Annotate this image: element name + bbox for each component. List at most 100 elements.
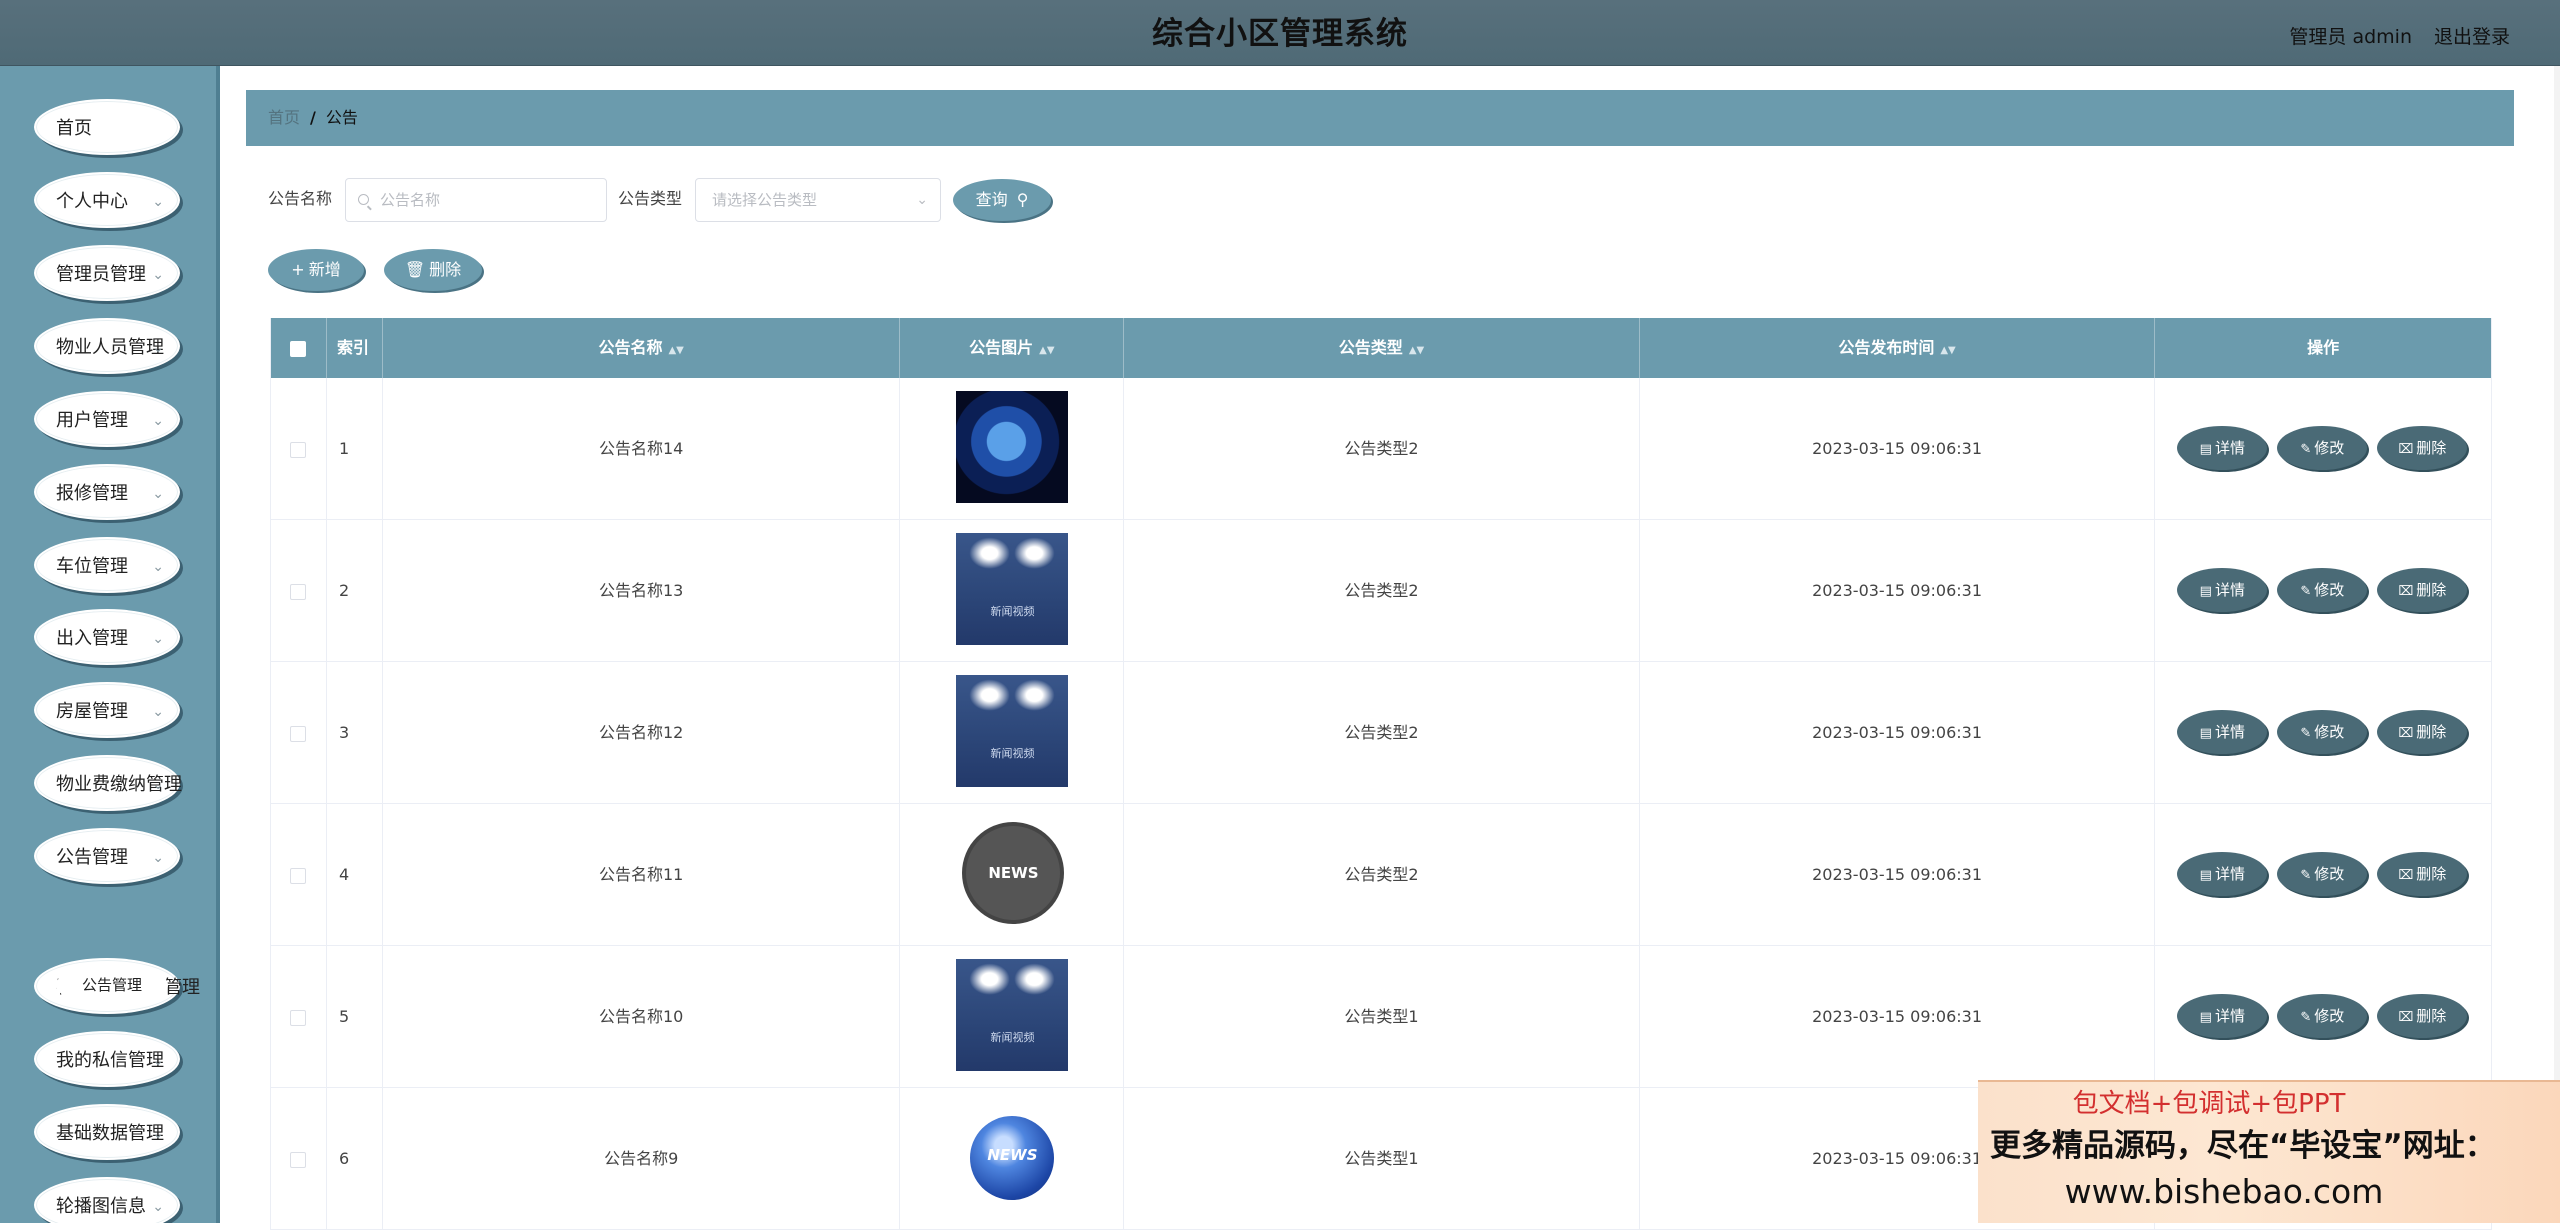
sidebar-item-label: 管理员管理 [56,264,146,285]
row-actions: ▤详情✎修改⌧删除 [2155,520,2491,662]
edit-button[interactable]: ✎修改 [2277,710,2368,754]
sidebar-subitem-notice-manage[interactable]: 公告管理 [56,964,168,1006]
sidebar-item-5[interactable]: 报修管理 ⌄ [34,464,180,520]
sidebar-item-12[interactable]: 我的私信管理 ⌄ [34,1031,180,1087]
edit-button[interactable]: ✎修改 [2277,426,2368,470]
bulk-delete-button[interactable]: 🗑 删除 [384,249,482,291]
sidebar-item-label: 车位管理 [56,556,128,577]
row-time: 2023-03-15 09:06:31 [1640,946,2156,1088]
chevron-down-icon: ⌄ [152,1199,164,1215]
row-checkbox[interactable] [290,583,307,600]
sidebar-item-7[interactable]: 出入管理 ⌄ [34,609,180,665]
delete-button[interactable]: ⌧删除 [2377,994,2468,1038]
notice-image-globe[interactable] [956,391,1069,503]
column-name[interactable]: 公告名称 ▲▼ [383,318,901,378]
detail-button[interactable]: ▤详情 [2177,568,2268,612]
breadcrumb-home[interactable]: 首页 [268,108,300,127]
delete-button[interactable]: ⌧删除 [2377,568,2468,612]
current-user: 管理员 admin [2289,26,2412,48]
delete-button[interactable]: ⌧删除 [2377,852,2468,896]
query-button[interactable]: 查询 ⚲ [953,179,1051,221]
logout-link[interactable]: 退出登录 [2434,22,2510,49]
search-name-placeholder: 公告名称 [380,191,441,209]
trash-icon: 🗑 [404,260,426,279]
sidebar-item-1[interactable]: 个人中心 ⌄ [34,172,180,228]
table-row[interactable]: 1 公告名称14 公告类型2 2023-03-15 09:06:31 ▤ 详情 ✎ 修改 ⌧ 删除 [271,378,2491,520]
sort-icon: ▲▼ [1408,345,1425,356]
sidebar-item-9[interactable]: 物业费缴纳管理 ⌄ [34,755,182,811]
row-checkbox[interactable] [290,725,307,742]
plus-icon: + [291,260,305,279]
row-index: 5 [327,946,383,1088]
row-type: 公告类型2 [1124,662,1640,804]
sidebar-item-13[interactable]: 基础数据管理 ⌄ [34,1104,180,1160]
table-row[interactable]: 2 公告名称13 新闻视频 公告类型2 2023-03-15 09:06:31 ▤ 详情 ✎ 修… [271,520,2491,662]
row-image-cell: 新闻视频 [900,662,1125,804]
sidebar-item-label: 物业人员管理 [56,337,164,358]
delete-button[interactable]: ⌧删除 [2377,710,2468,754]
column-time[interactable]: 公告发布时间 ▲▼ [1640,318,2156,378]
notice-image-stage[interactable]: 新闻视频 [956,533,1069,645]
delete-button-label: 删除 [2416,581,2447,599]
edit-button[interactable]: ✎修改 [2277,852,2368,896]
search-icon [358,194,369,205]
sidebar-item-3[interactable]: 物业人员管理 ⌄ [34,318,180,374]
sidebar-item-4[interactable]: 用户管理 ⌄ [34,391,180,447]
sidebar-item-2[interactable]: 管理员管理 ⌄ [34,245,180,301]
table-row[interactable]: 3 公告名称12 新闻视频 公告类型2 2023-03-15 09:06:31 ▤ 详情 ✎ 修… [271,662,2491,804]
document-icon: ▤ [2199,726,2212,741]
sidebar-item-14[interactable]: 轮播图信息 ⌄ [34,1177,180,1223]
row-type: 公告类型2 [1124,520,1640,662]
row-checkbox[interactable] [290,441,307,458]
table-row[interactable]: 5 公告名称10 新闻视频 公告类型1 2023-03-15 09:06:31 ▤ 详情 ✎ 修… [271,946,2491,1088]
detail-button[interactable]: ▤详情 [2177,994,2268,1038]
column-image[interactable]: 公告图片 ▲▼ [900,318,1125,378]
search-type-label: 公告类型 [618,189,683,208]
document-icon: ▤ [2199,442,2212,457]
notice-image-stage[interactable]: 新闻视频 [956,675,1069,787]
sidebar-item-10[interactable]: 公告管理 ⌄ [34,828,180,884]
row-index: 3 [327,662,383,804]
add-button[interactable]: + 新增 [268,249,364,291]
edit-button[interactable]: ✎修改 [2277,568,2368,612]
edit-button[interactable]: ✎修改 [2277,994,2368,1038]
row-checkbox[interactable] [290,1009,307,1026]
sort-icon: ▲▼ [1039,345,1055,356]
row-select-cell [271,946,327,1088]
table-row[interactable]: 4 公告名称11 NEWS 公告类型2 2023-03-15 09:06:31 ▤ 详情 ✎ 修… [271,804,2491,946]
notice-image-stage[interactable]: 新闻视频 [956,959,1069,1071]
row-select-cell [271,662,327,804]
sidebar-item-label: 出入管理 [56,628,128,649]
content-scrollbar[interactable] [2554,66,2560,1223]
search-name-input[interactable]: 公告名称 [345,178,607,222]
sidebar-item-0[interactable]: 首页 [34,99,180,155]
notice-image-news-badge[interactable]: NEWS [966,826,1061,920]
column-type[interactable]: 公告类型 ▲▼ [1124,318,1640,378]
select-all-checkbox[interactable] [290,340,307,357]
row-checkbox[interactable] [290,1151,307,1168]
row-select-cell [271,520,327,662]
promo-line-2: 更多精品源码，尽在“毕设宝”网址： [1990,1128,2496,1164]
notice-image-news-globe[interactable]: NEWS [970,1116,1055,1200]
edit-button-label: 修改 [2314,723,2345,741]
trash-icon: ⌧ [2398,1010,2414,1025]
row-time: 2023-03-15 09:06:31 [1640,378,2156,520]
chevron-down-icon: ⌄ [152,777,164,793]
delete-button-label: 删除 [2416,1007,2447,1025]
row-checkbox[interactable] [290,867,307,884]
sidebar-item-6[interactable]: 车位管理 ⌄ [34,537,180,593]
detail-button-label: 详情 [2214,581,2245,599]
detail-button[interactable]: ▤详情 [2177,710,2268,754]
detail-button[interactable]: ▤详情 [2177,426,2268,470]
query-button-label: 查询 [975,190,1008,209]
column-type-label: 公告类型 [1338,338,1403,357]
chevron-down-icon: ⌄ [916,192,928,208]
row-type: 公告类型2 [1124,378,1640,520]
delete-button[interactable]: ⌧删除 [2377,426,2468,470]
column-name-label: 公告名称 [598,338,663,357]
sidebar-item-8[interactable]: 房屋管理 ⌄ [34,682,180,738]
chevron-down-icon: ⌄ [152,413,164,429]
detail-button[interactable]: ▤详情 [2177,852,2268,896]
image-caption: NEWS [988,864,1039,882]
search-type-select[interactable]: 请选择公告类型 ⌄ [695,178,941,222]
